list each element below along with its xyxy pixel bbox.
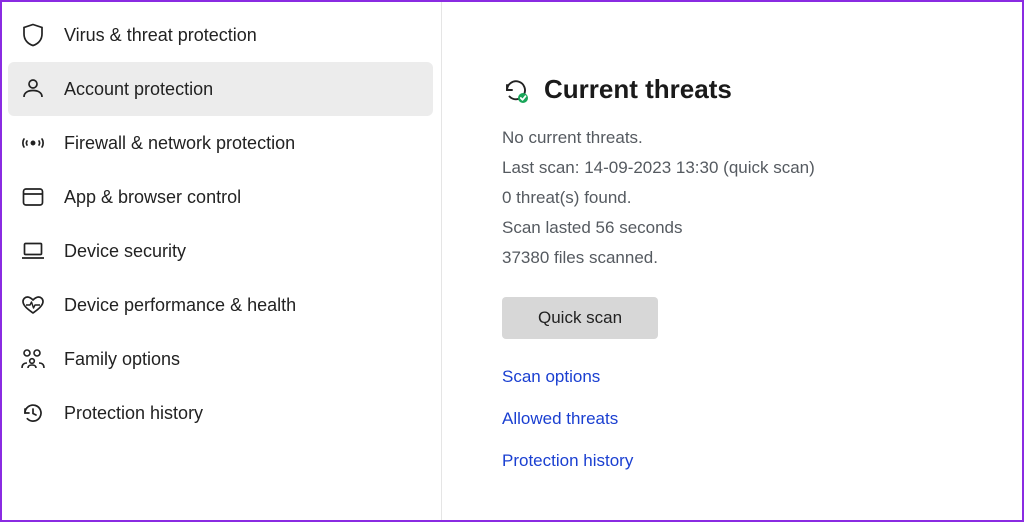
shield-icon bbox=[20, 22, 46, 48]
files-scanned-text: 37380 files scanned. bbox=[502, 243, 1022, 273]
threat-details: No current threats. Last scan: 14-09-202… bbox=[502, 123, 1022, 273]
sidebar-item-label: Family options bbox=[64, 349, 180, 370]
family-icon bbox=[20, 346, 46, 372]
allowed-threats-link[interactable]: Allowed threats bbox=[502, 409, 1022, 429]
sidebar-item-label: Device performance & health bbox=[64, 295, 296, 316]
sidebar-item-label: App & browser control bbox=[64, 187, 241, 208]
sidebar-item-label: Protection history bbox=[64, 403, 203, 424]
history-icon bbox=[20, 400, 46, 426]
sidebar-item-protection-history[interactable]: Protection history bbox=[8, 386, 433, 440]
threats-found-text: 0 threat(s) found. bbox=[502, 183, 1022, 213]
threat-links: Scan options Allowed threats Protection … bbox=[502, 367, 1022, 471]
sidebar-item-account-protection[interactable]: Account protection bbox=[8, 62, 433, 116]
window-icon bbox=[20, 184, 46, 210]
account-icon bbox=[20, 76, 46, 102]
laptop-icon bbox=[20, 238, 46, 264]
sidebar-item-performance-health[interactable]: Device performance & health bbox=[8, 278, 433, 332]
section-header: Current threats bbox=[502, 74, 1022, 105]
quick-scan-button[interactable]: Quick scan bbox=[502, 297, 658, 339]
sidebar-item-virus-threat[interactable]: Virus & threat protection bbox=[8, 8, 433, 62]
section-title: Current threats bbox=[544, 74, 732, 105]
last-scan-text: Last scan: 14-09-2023 13:30 (quick scan) bbox=[502, 153, 1022, 183]
signal-icon bbox=[20, 130, 46, 156]
scan-duration-text: Scan lasted 56 seconds bbox=[502, 213, 1022, 243]
sidebar-item-label: Virus & threat protection bbox=[64, 25, 257, 46]
protection-history-link[interactable]: Protection history bbox=[502, 451, 1022, 471]
sidebar-item-app-browser[interactable]: App & browser control bbox=[8, 170, 433, 224]
heart-rate-icon bbox=[20, 292, 46, 318]
sidebar: Virus & threat protection Account protec… bbox=[2, 2, 442, 520]
scan-options-link[interactable]: Scan options bbox=[502, 367, 1022, 387]
sidebar-item-device-security[interactable]: Device security bbox=[8, 224, 433, 278]
sidebar-item-firewall[interactable]: Firewall & network protection bbox=[8, 116, 433, 170]
history-check-icon bbox=[502, 76, 530, 104]
sidebar-item-label: Account protection bbox=[64, 79, 213, 100]
content-panel: Current threats No current threats. Last… bbox=[442, 2, 1022, 520]
sidebar-item-label: Device security bbox=[64, 241, 186, 262]
sidebar-item-label: Firewall & network protection bbox=[64, 133, 295, 154]
no-threats-text: No current threats. bbox=[502, 123, 1022, 153]
sidebar-item-family-options[interactable]: Family options bbox=[8, 332, 433, 386]
